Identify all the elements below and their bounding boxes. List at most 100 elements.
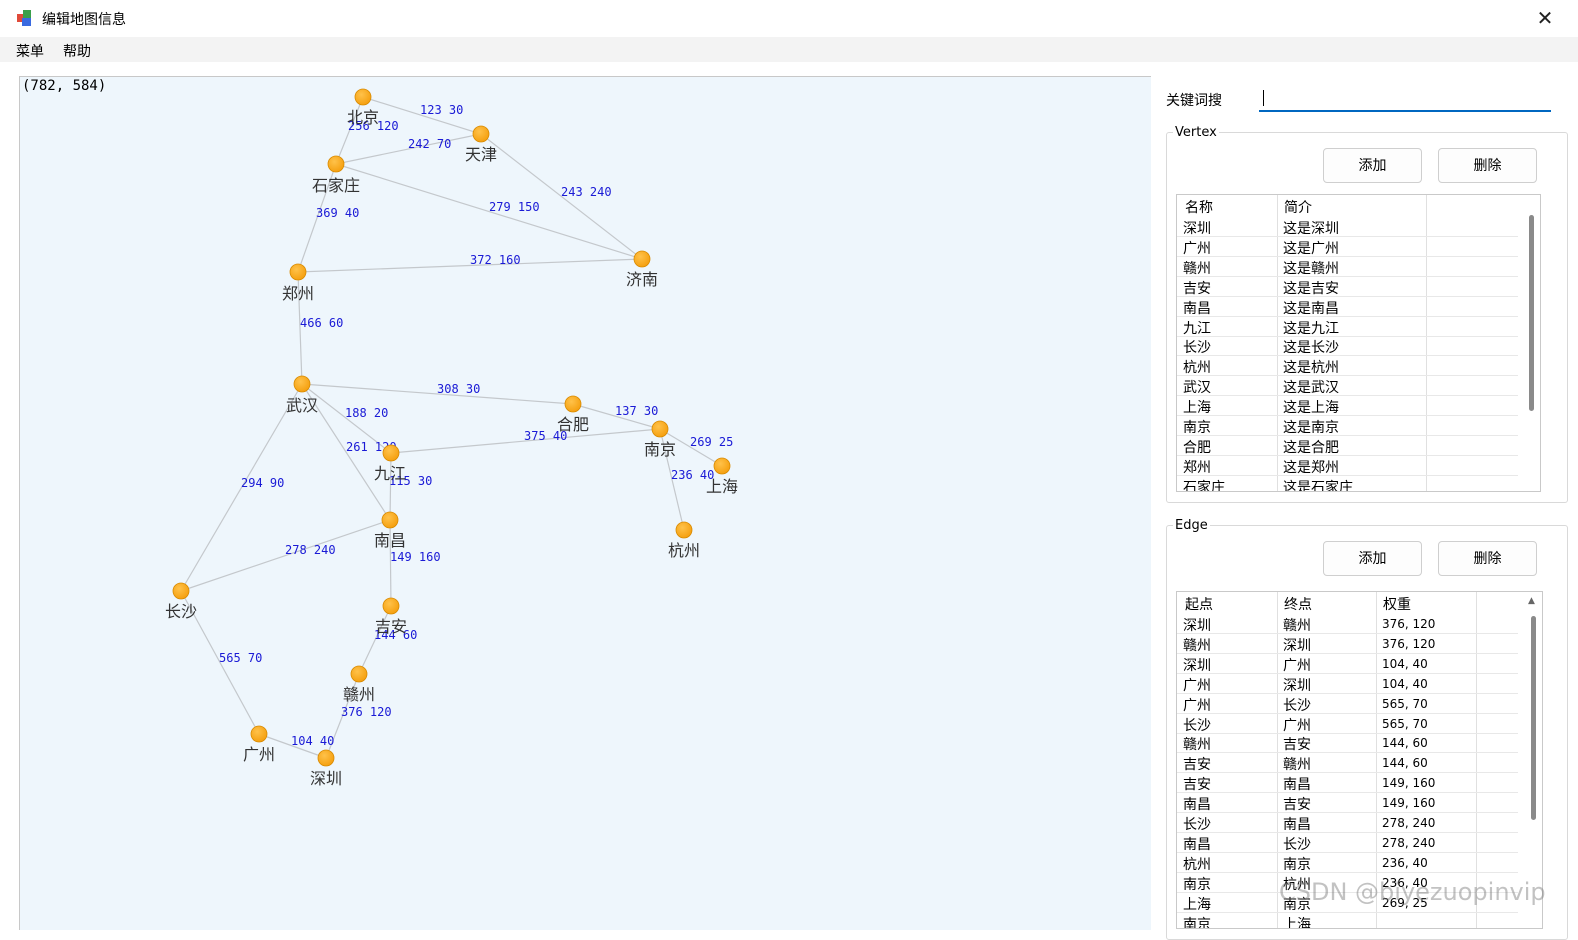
edge-table-row[interactable]: 吉安 赣州 144, 60 <box>1177 753 1518 774</box>
vertex-node[interactable] <box>317 749 335 767</box>
edge-table-row[interactable]: 深圳 赣州 376, 120 <box>1177 614 1518 634</box>
edge-cell: 144, 60 <box>1382 756 1428 771</box>
edge-cell: 144, 60 <box>1382 736 1428 751</box>
vertex-node[interactable] <box>675 521 693 539</box>
map-canvas[interactable]: (782, 584) 123 30 256 120 242 70 243 240 279… <box>19 76 1151 930</box>
edge-table-row[interactable]: 南昌 长沙 278, 240 <box>1177 833 1518 853</box>
vertex-table-row[interactable]: 南京 这是南京 <box>1177 416 1518 436</box>
vertex-table-row[interactable]: 合肥 这是合肥 <box>1177 436 1518 456</box>
vertex-delete-button[interactable]: 删除 <box>1438 148 1537 183</box>
vertex-node[interactable] <box>172 582 190 600</box>
edge-cell: 广州 <box>1183 677 1211 694</box>
vertex-node[interactable] <box>293 375 311 393</box>
menu-item-help[interactable]: 帮助 <box>63 41 91 61</box>
vertex-table-row[interactable]: 广州 这是广州 <box>1177 237 1518 257</box>
window-title: 编辑地图信息 <box>42 12 126 28</box>
edge-cell: 149, 160 <box>1382 776 1436 791</box>
vertex-table-row[interactable]: 吉安 这是吉安 <box>1177 277 1518 297</box>
edge-weight-label: 279 150 <box>489 200 540 214</box>
vertex-node[interactable] <box>382 597 400 615</box>
vertex-label: 南京 <box>644 440 676 459</box>
vertex-scrollbar[interactable] <box>1524 197 1538 489</box>
edge-weight-label: 369 40 <box>316 206 359 220</box>
vertex-scroll-thumb[interactable] <box>1529 215 1534 411</box>
vertex-table-row[interactable]: 武汉 这是武汉 <box>1177 376 1518 397</box>
edge-cell: 赣州 <box>1183 737 1211 754</box>
vertex-cell: 这是南昌 <box>1283 300 1339 317</box>
edge-table-row[interactable]: 南京 上海 <box>1177 913 1518 929</box>
vertex-node[interactable] <box>472 125 490 143</box>
vertex-node[interactable] <box>633 250 651 268</box>
vertex-table-row[interactable]: 上海 这是上海 <box>1177 396 1518 417</box>
edge-cell: 上海 <box>1283 916 1311 929</box>
edge-table-row[interactable]: 广州 长沙 565, 70 <box>1177 694 1518 714</box>
edge-scroll-thumb[interactable] <box>1531 616 1536 820</box>
close-button[interactable]: ✕ <box>1530 4 1560 32</box>
vertex-table-row[interactable]: 九江 这是九江 <box>1177 317 1518 337</box>
vertex-col-desc[interactable]: 简介 <box>1284 197 1312 217</box>
vertex-node[interactable] <box>382 444 400 462</box>
vertex-node[interactable] <box>564 395 582 413</box>
app-icon <box>17 10 31 26</box>
edge-delete-button[interactable]: 删除 <box>1438 541 1537 576</box>
menu-bar: 菜单 帮助 <box>0 37 1578 62</box>
edge-table-row[interactable]: 深圳 广州 104, 40 <box>1177 654 1518 674</box>
edge-cell: 深圳 <box>1283 677 1311 694</box>
vertex-table-row[interactable]: 赣州 这是赣州 <box>1177 257 1518 277</box>
edge-table-row[interactable]: 南昌 吉安 149, 160 <box>1177 793 1518 814</box>
vertex-label: 北京 <box>347 108 379 127</box>
vertex-label: 天津 <box>465 145 497 164</box>
vertex-cell: 这是郑州 <box>1283 459 1339 476</box>
edge-weight-label: 308 30 <box>437 382 480 396</box>
edge-col-weight[interactable]: 权重 <box>1383 594 1411 614</box>
vertex-node[interactable] <box>354 88 372 106</box>
edge-weight-label: 242 70 <box>408 137 451 151</box>
edge-cell: 南京 <box>1183 916 1211 929</box>
edge-cell: 广州 <box>1183 697 1211 714</box>
edge-cell: 上海 <box>1183 896 1211 913</box>
edge-col-from[interactable]: 起点 <box>1185 594 1213 614</box>
vertex-table-row[interactable]: 石家庄 这是石家庄 <box>1177 476 1518 491</box>
vertex-node[interactable] <box>250 725 268 743</box>
edge-weight-label: 278 240 <box>285 543 336 557</box>
vertex-node[interactable] <box>289 263 307 281</box>
vertex-cell: 这是吉安 <box>1283 280 1339 297</box>
edge-table-row[interactable]: 长沙 南昌 278, 240 <box>1177 813 1518 833</box>
vertex-col-name[interactable]: 名称 <box>1185 197 1213 217</box>
edge-table-row[interactable]: 广州 深圳 104, 40 <box>1177 674 1518 694</box>
vertex-table-row[interactable]: 南昌 这是南昌 <box>1177 297 1518 317</box>
vertex-table-row[interactable]: 长沙 这是长沙 <box>1177 336 1518 357</box>
map-graph[interactable]: 123 30256 120242 70243 240279 150369 403… <box>20 77 1151 930</box>
edge-table-row[interactable]: 吉安 南昌 149, 160 <box>1177 773 1518 794</box>
title-bar: 编辑地图信息 ✕ <box>0 0 1578 37</box>
edge-table-row[interactable]: 赣州 深圳 376, 120 <box>1177 634 1518 654</box>
edge-table-row[interactable]: 赣州 吉安 144, 60 <box>1177 733 1518 754</box>
edge-cell: 赣州 <box>1283 618 1311 634</box>
vertex-node[interactable] <box>327 155 345 173</box>
edge-cell: 南京 <box>1283 856 1311 873</box>
vertex-node[interactable] <box>651 420 669 438</box>
vertex-add-button[interactable]: 添加 <box>1323 148 1422 183</box>
right-panel: 关键词搜 Vertex 添加 删除 名称 简介 深圳 这是深圳 广州 这是广州 赣州 这是… <box>1155 62 1578 940</box>
vertex-node[interactable] <box>713 457 731 475</box>
edge-table-header: 起点 终点 权重 <box>1177 592 1542 614</box>
scroll-up-icon[interactable]: ▲ <box>1528 596 1535 606</box>
edge-table-row[interactable]: 杭州 南京 236, 40 <box>1177 853 1518 873</box>
edge-col-to[interactable]: 终点 <box>1284 594 1312 614</box>
edge-legend: Edge <box>1175 518 1208 533</box>
vertex-cell: 这是合肥 <box>1283 439 1339 456</box>
edge-cell: 赣州 <box>1183 637 1211 654</box>
vertex-table-row[interactable]: 杭州 这是杭州 <box>1177 356 1518 377</box>
search-input[interactable] <box>1259 86 1551 112</box>
text-caret <box>1263 90 1264 106</box>
vertex-node[interactable] <box>381 511 399 529</box>
edge-table-row[interactable]: 长沙 广州 565, 70 <box>1177 714 1518 734</box>
edge-cell: 南昌 <box>1183 836 1211 853</box>
vertex-table-row[interactable]: 郑州 这是郑州 <box>1177 456 1518 476</box>
vertex-label: 石家庄 <box>312 176 360 195</box>
vertex-table-row[interactable]: 深圳 这是深圳 <box>1177 217 1518 237</box>
vertex-table[interactable]: 名称 简介 深圳 这是深圳 广州 这是广州 赣州 这是赣州 吉安 这是吉安 南昌 这是南昌 九江 这是… <box>1176 194 1541 492</box>
vertex-node[interactable] <box>350 665 368 683</box>
edge-add-button[interactable]: 添加 <box>1323 541 1422 576</box>
menu-item-menu[interactable]: 菜单 <box>16 41 44 61</box>
